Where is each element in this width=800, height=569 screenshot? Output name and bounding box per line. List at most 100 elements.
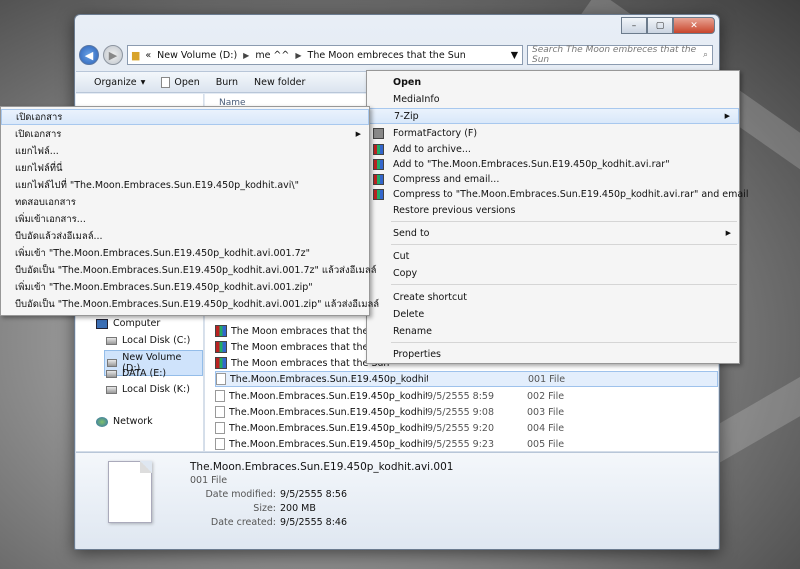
breadcrumb-me[interactable]: me ^^ bbox=[255, 50, 289, 61]
winrar-icon bbox=[373, 173, 384, 185]
chevron-right-icon[interactable]: ▶ bbox=[295, 51, 301, 60]
close-button[interactable]: ✕ bbox=[673, 17, 715, 34]
drive-icon bbox=[106, 369, 117, 378]
zip-item-add-to-zip[interactable]: เพิ่มเข้า "The.Moon.Embraces.Sun.E19.450… bbox=[1, 279, 369, 295]
zip-item-add-to-7z[interactable]: เพิ่มเข้า "The.Moon.Embraces.Sun.E19.450… bbox=[1, 245, 369, 261]
file-icon bbox=[215, 438, 225, 450]
menu-item-formatfactory-label: FormatFactory (F) bbox=[393, 127, 478, 139]
file-row[interactable]: The.Moon.Embraces.Sun.E19.450p_kodhit.av… bbox=[215, 388, 718, 404]
7zip-submenu: เปิดเอกสาร เปิดเอกสาร ▶ แยกไฟล์... แยกไฟ… bbox=[0, 106, 379, 316]
zip-item-compress-and-email[interactable]: บีบอัดแล้วส่งอีเมลล์... bbox=[1, 228, 369, 244]
menu-item-rename[interactable]: Rename bbox=[367, 323, 739, 339]
menu-item-open[interactable]: Open bbox=[367, 74, 739, 90]
zip-item-test-archive[interactable]: ทดสอบเอกสาร bbox=[1, 194, 369, 210]
menu-item-cut[interactable]: Cut bbox=[367, 248, 739, 264]
menu-item-send-to[interactable]: Send to ▶ bbox=[367, 225, 739, 241]
menu-item-compress-to-rar-email[interactable]: Compress to "The.Moon.Embraces.Sun.E19.4… bbox=[367, 186, 748, 202]
zip-item-compress-7z-email[interactable]: บีบอัดเป็น "The.Moon.Embraces.Sun.E19.45… bbox=[1, 262, 376, 278]
maximize-button[interactable]: ▢ bbox=[647, 17, 673, 34]
menu-label: Compress and email... bbox=[393, 173, 500, 185]
winrar-icon bbox=[373, 143, 384, 155]
file-thumbnail-icon bbox=[108, 461, 152, 523]
breadcrumb: New Volume (D:) ▶ me ^^ ▶ The Moon embre… bbox=[157, 50, 466, 61]
nav-computer[interactable]: Computer bbox=[96, 318, 160, 329]
dropdown-arrow-icon[interactable]: ▼ bbox=[511, 50, 522, 61]
window-controls: – ▢ ✕ bbox=[621, 17, 715, 34]
rar-file-icon bbox=[215, 325, 227, 337]
file-type: 001 File bbox=[528, 373, 566, 385]
menu-label: Compress to "The.Moon.Embraces.Sun.E19.4… bbox=[393, 188, 749, 200]
details-created-label: Date created: bbox=[210, 517, 276, 528]
menu-separator bbox=[391, 284, 737, 285]
details-created-row: Date created: 9/5/2555 8:46 bbox=[190, 517, 390, 528]
menu-item-7zip[interactable]: 7-Zip ▶ bbox=[367, 108, 739, 124]
rar-file-icon bbox=[215, 357, 227, 369]
menu-separator bbox=[391, 221, 737, 222]
breadcrumb-new-volume[interactable]: New Volume (D:) bbox=[157, 50, 237, 61]
menu-item-add-to-rar[interactable]: Add to "The.Moon.Embraces.Sun.E19.450p_k… bbox=[367, 156, 739, 172]
file-type: 005 File bbox=[527, 438, 565, 450]
zip-item-add-to-archive[interactable]: เพิ่มเข้าเอกสาร... bbox=[1, 211, 369, 227]
file-name: The.Moon.Embraces.Sun.E19.450p_kodhit.av… bbox=[229, 390, 427, 402]
file-date: 9/5/2555 9:08 bbox=[427, 406, 495, 418]
drive-icon bbox=[106, 385, 117, 394]
chevron-down-icon: ▾ bbox=[140, 76, 146, 88]
minimize-button[interactable]: – bbox=[621, 17, 647, 34]
winrar-icon bbox=[373, 188, 384, 200]
burn-button[interactable]: Burn bbox=[216, 77, 238, 88]
file-name: The.Moon.Embraces.Sun.E19.450p_kodhit.av… bbox=[229, 406, 427, 418]
nav-local-disk-c[interactable]: Local Disk (C:) bbox=[106, 335, 190, 346]
back-arrow-icon: ◀ bbox=[84, 48, 94, 62]
zip-item-extract-files[interactable]: แยกไฟล์... bbox=[1, 143, 369, 159]
zip-item-extract-to-folder[interactable]: แยกไฟล์ไปที่ "The.Moon.Embraces.Sun.E19.… bbox=[1, 177, 369, 193]
details-created-value: 9/5/2555 8:46 bbox=[280, 517, 348, 528]
forward-button[interactable]: ▶ bbox=[103, 45, 123, 65]
organize-label: Organize bbox=[94, 76, 137, 88]
folder-icon: ▆ bbox=[132, 49, 140, 61]
document-icon bbox=[161, 76, 171, 88]
new-folder-button[interactable]: New folder bbox=[254, 77, 305, 88]
file-name: The.Moon.Embraces.Sun.E19.450p_kodhit.av… bbox=[229, 438, 427, 450]
organize-button[interactable]: Organize ▾ bbox=[94, 77, 145, 88]
menu-item-create-shortcut[interactable]: Create shortcut bbox=[367, 289, 739, 305]
nav-network[interactable]: Network bbox=[96, 416, 153, 427]
menu-item-copy[interactable]: Copy bbox=[367, 265, 739, 281]
zip-item-open-archive[interactable]: เปิดเอกสาร bbox=[1, 109, 369, 125]
nav-local-k-label: Local Disk (K:) bbox=[122, 384, 190, 395]
menu-item-formatfactory[interactable]: FormatFactory (F) bbox=[367, 125, 739, 141]
zip-item-extract-here[interactable]: แยกไฟล์ที่นี่ bbox=[1, 160, 369, 176]
menu-item-restore-previous-versions[interactable]: Restore previous versions bbox=[367, 202, 739, 218]
file-row[interactable]: The.Moon.Embraces.Sun.E19.450p_kodhit.av… bbox=[215, 436, 718, 452]
breadcrumb-current-folder[interactable]: The Moon embreces that the Sun bbox=[308, 50, 466, 61]
file-row[interactable]: The.Moon.Embraces.Sun.E19.450p_kodhit.av… bbox=[215, 420, 718, 436]
drive-icon bbox=[107, 359, 118, 367]
chevron-right-icon[interactable]: ▶ bbox=[243, 51, 249, 60]
zip-item-open-archive-sub[interactable]: เปิดเอกสาร ▶ bbox=[1, 126, 369, 142]
search-input[interactable]: Search The Moon embreces that the Sun ⌕ bbox=[527, 45, 713, 65]
zip-item-compress-zip-email[interactable]: บีบอัดเป็น "The.Moon.Embraces.Sun.E19.45… bbox=[1, 296, 379, 312]
file-date: 9/5/2555 9:20 bbox=[427, 422, 495, 434]
forward-arrow-icon: ▶ bbox=[108, 48, 118, 62]
menu-item-mediainfo[interactable]: MediaInfo bbox=[367, 91, 739, 107]
menu-item-7zip-label: 7-Zip bbox=[394, 110, 419, 122]
search-placeholder: Search The Moon embreces that the Sun bbox=[532, 45, 697, 65]
file-type: 004 File bbox=[527, 422, 565, 434]
breadcrumb-overflow[interactable]: « bbox=[145, 50, 151, 61]
nav-local-disk-k[interactable]: Local Disk (K:) bbox=[106, 384, 190, 395]
address-bar[interactable]: ▆ « New Volume (D:) ▶ me ^^ ▶ The Moon e… bbox=[127, 45, 523, 65]
details-modified-label: Date modified: bbox=[205, 489, 276, 500]
menu-item-properties[interactable]: Properties bbox=[367, 346, 739, 362]
menu-item-add-to-archive[interactable]: Add to archive... bbox=[367, 141, 739, 157]
details-modified-row: Date modified: 9/5/2555 8:56 bbox=[190, 489, 390, 500]
address-row: ◀ ▶ ▆ « New Volume (D:) ▶ me ^^ ▶ The Mo… bbox=[79, 43, 713, 67]
nav-data-e[interactable]: DATA (E:) bbox=[106, 368, 166, 379]
file-row-selected[interactable]: The.Moon.Embraces.Sun.E19.450p_kodhit.av… bbox=[215, 371, 718, 387]
menu-item-compress-and-email[interactable]: Compress and email... bbox=[367, 171, 739, 187]
rar-file-icon bbox=[215, 341, 227, 353]
menu-item-delete[interactable]: Delete bbox=[367, 306, 739, 322]
search-icon[interactable]: ⌕ bbox=[703, 50, 708, 60]
back-button[interactable]: ◀ bbox=[79, 45, 99, 65]
open-button[interactable]: Open bbox=[161, 76, 200, 88]
file-row[interactable]: The.Moon.Embraces.Sun.E19.450p_kodhit.av… bbox=[215, 404, 718, 420]
computer-icon bbox=[96, 318, 108, 329]
